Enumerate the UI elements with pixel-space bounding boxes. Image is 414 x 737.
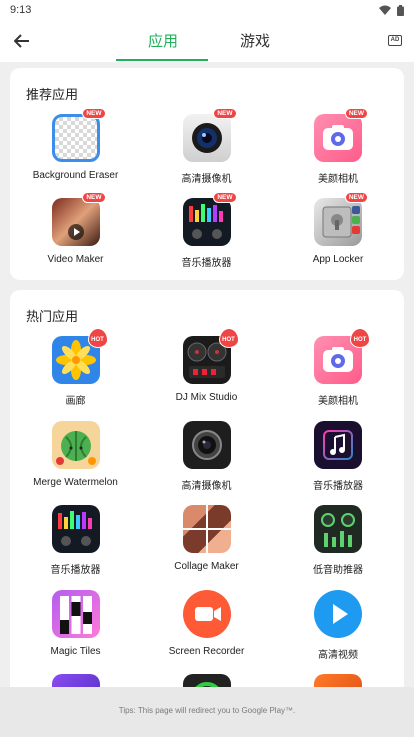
app-tile-music-player-hot[interactable]: 音乐播放器 bbox=[272, 420, 404, 506]
app-grid: NEW Background Eraser NEW 高清摄像机 NEW 美颜相机… bbox=[10, 108, 404, 282]
app-name: 高清视频 bbox=[318, 649, 358, 661]
status-icons bbox=[379, 4, 404, 16]
app-name: Merge Watermelon bbox=[33, 476, 118, 488]
app-name: 音乐播放器 bbox=[313, 480, 363, 492]
new-badge: NEW bbox=[82, 108, 106, 119]
app-tile-video-maker[interactable]: NEW Video Maker bbox=[10, 192, 141, 282]
app-name: 画廊 bbox=[65, 396, 86, 407]
collage-icon bbox=[182, 505, 231, 553]
app-name: 低音助推器 bbox=[313, 565, 363, 576]
app-tile-hd-camera[interactable]: NEW 高清摄像机 bbox=[141, 108, 272, 198]
new-badge: NEW bbox=[82, 192, 106, 203]
app-name: Magic Tiles bbox=[50, 645, 101, 657]
app-tile-app-locker[interactable]: NEW App Locker bbox=[272, 192, 404, 282]
screen-recorder-icon bbox=[182, 589, 231, 638]
app-name: DJ Mix Studio bbox=[175, 392, 238, 403]
app-tile-beauty-camera-hot[interactable]: HOT 美颜相机 bbox=[272, 328, 404, 421]
app-tile-music-player[interactable]: NEW 音乐播放器 bbox=[141, 192, 272, 282]
app-name: 音乐播放器 bbox=[181, 258, 232, 269]
recommended-apps-card: 推荐应用 NEW Background Eraser NEW 高清摄像机 NEW… bbox=[10, 68, 404, 280]
app-bar: 应用 游戏 AD bbox=[0, 20, 414, 62]
video-maker-icon bbox=[51, 198, 100, 246]
app-tile-gallery[interactable]: HOT 画廊 bbox=[10, 328, 141, 421]
app-tile-beauty-camera[interactable]: NEW 美颜相机 bbox=[272, 108, 404, 198]
app-grid: HOT 画廊 HOT DJ Mix Studio HOT 美颜相机 Merge … bbox=[10, 328, 404, 687]
back-button[interactable] bbox=[10, 29, 34, 53]
app-tile-hd-camera-hot[interactable]: 高清摄像机 bbox=[141, 420, 272, 506]
lock-icon bbox=[314, 198, 362, 246]
active-tab-indicator bbox=[116, 59, 208, 61]
watermelon-icon bbox=[51, 420, 100, 469]
ad-icon[interactable]: AD bbox=[388, 35, 402, 46]
app-name: Screen Recorder bbox=[168, 645, 245, 657]
hot-badge: HOT bbox=[350, 328, 370, 348]
app-tile-hd-video[interactable]: 高清视频 bbox=[272, 589, 404, 675]
app-name: App Locker bbox=[312, 254, 364, 265]
tab-apps[interactable]: 应用 bbox=[148, 30, 178, 51]
tab-games[interactable]: 游戏 bbox=[240, 30, 270, 51]
play-icon bbox=[314, 589, 362, 638]
app-tile-background-eraser[interactable]: NEW Background Eraser bbox=[10, 108, 141, 198]
app-name: Collage Maker bbox=[174, 561, 239, 572]
content-area: 推荐应用 NEW Background Eraser NEW 高清摄像机 NEW… bbox=[0, 62, 414, 687]
app-tile-partial[interactable] bbox=[272, 674, 404, 687]
bass-booster-icon bbox=[314, 505, 362, 553]
app-tile-collage-maker[interactable]: Collage Maker bbox=[141, 505, 272, 590]
app-name: 美颜相机 bbox=[318, 396, 358, 407]
app-name: Background Eraser bbox=[32, 170, 119, 181]
new-badge: NEW bbox=[213, 192, 237, 203]
app-icon-partial bbox=[314, 674, 362, 687]
app-name: 高清摄像机 bbox=[181, 480, 232, 492]
wifi-icon bbox=[379, 5, 391, 15]
music-equalizer-icon bbox=[182, 198, 231, 246]
status-bar: 9:13 bbox=[0, 0, 414, 20]
battery-icon bbox=[397, 4, 404, 16]
app-name: 音乐播放器 bbox=[50, 565, 101, 576]
app-tile-music-player-2[interactable]: 音乐播放器 bbox=[10, 505, 141, 590]
tips-text: Tips: This page will redirect you to Goo… bbox=[118, 706, 296, 715]
app-tile-partial[interactable] bbox=[141, 674, 272, 687]
app-tile-screen-recorder[interactable]: Screen Recorder bbox=[141, 589, 272, 675]
app-icon-partial bbox=[51, 674, 100, 687]
app-name: 高清摄像机 bbox=[181, 174, 232, 185]
music-note-icon bbox=[314, 420, 362, 469]
background-eraser-icon bbox=[51, 114, 100, 162]
new-badge: NEW bbox=[344, 192, 368, 203]
app-tile-magic-tiles[interactable]: Magic Tiles bbox=[10, 589, 141, 675]
app-name: 美颜相机 bbox=[318, 174, 358, 185]
app-tile-dj-mix-studio[interactable]: HOT DJ Mix Studio bbox=[141, 328, 272, 421]
piano-tiles-icon bbox=[51, 589, 100, 638]
app-tile-merge-watermelon[interactable]: Merge Watermelon bbox=[10, 420, 141, 506]
hot-apps-card: 热门应用 HOT 画廊 HOT DJ Mix Studio HOT 美颜相机 M… bbox=[10, 290, 404, 687]
app-tile-bass-booster[interactable]: 低音助推器 bbox=[272, 505, 404, 590]
camera-lens-icon bbox=[182, 420, 231, 469]
bottom-bar: Tips: This page will redirect you to Goo… bbox=[0, 687, 414, 737]
hot-badge: HOT bbox=[87, 328, 108, 348]
new-badge: NEW bbox=[344, 108, 368, 119]
section-title: 热门应用 bbox=[26, 309, 79, 324]
app-name: Video Maker bbox=[47, 254, 104, 265]
section-title: 推荐应用 bbox=[26, 87, 79, 102]
hot-badge: HOT bbox=[218, 328, 239, 348]
camera-icon bbox=[182, 114, 231, 162]
status-time: 9:13 bbox=[10, 4, 32, 16]
app-icon-partial bbox=[182, 674, 231, 687]
music-equalizer-icon bbox=[51, 505, 100, 553]
new-badge: NEW bbox=[213, 108, 237, 119]
beauty-camera-icon bbox=[314, 114, 362, 162]
app-tile-partial[interactable] bbox=[10, 674, 141, 687]
arrow-left-icon bbox=[14, 34, 29, 48]
